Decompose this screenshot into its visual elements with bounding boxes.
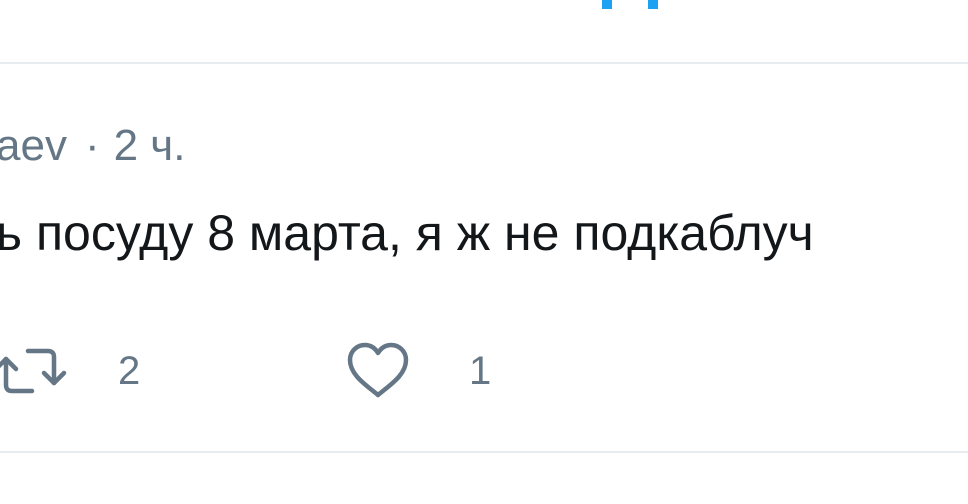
heart-icon — [347, 342, 409, 398]
retweet-button[interactable]: 2 — [0, 338, 140, 404]
meta-separator: · — [84, 121, 100, 170]
tweet-meta: aev · 2 ч. — [0, 118, 185, 174]
like-count: 1 — [469, 349, 492, 393]
bottom-divider — [0, 451, 968, 453]
retweet-icon — [0, 348, 67, 394]
top-divider — [0, 62, 968, 64]
tweet-timestamp[interactable]: 2 ч. — [114, 121, 186, 170]
tweet-author-handle[interactable]: aev — [0, 121, 67, 170]
retweet-count: 2 — [118, 349, 141, 393]
like-button[interactable]: 1 — [344, 338, 491, 404]
tweet-body: ь посуду 8 марта, я ж не подкаблуч — [0, 205, 814, 261]
header-fragment-icon — [602, 0, 658, 9]
